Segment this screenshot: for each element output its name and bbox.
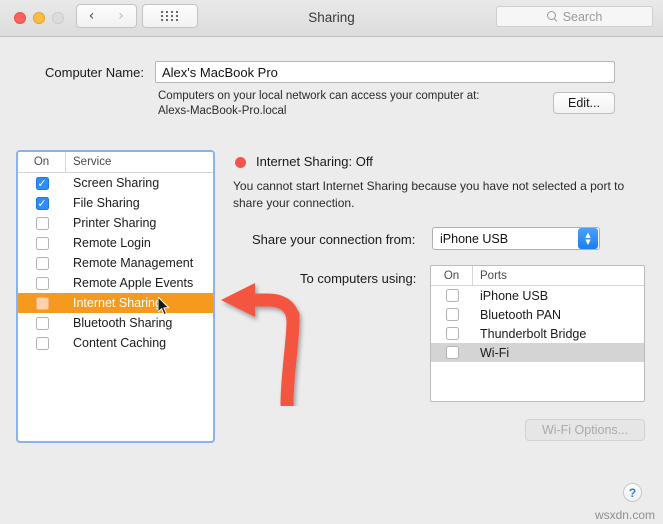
port-row-iphone-usb[interactable]: iPhone USB bbox=[431, 286, 644, 305]
chevron-down-icon: ▼ bbox=[585, 238, 591, 246]
service-row-bluetooth-sharing[interactable]: Bluetooth Sharing bbox=[18, 313, 213, 333]
port-label: iPhone USB bbox=[480, 288, 549, 303]
service-checkbox-cell[interactable] bbox=[18, 276, 66, 290]
help-button[interactable]: ? bbox=[623, 483, 642, 502]
service-checkbox[interactable] bbox=[35, 296, 49, 310]
network-access-text: Computers on your local network can acce… bbox=[158, 90, 480, 102]
to-computers-using-label: To computers using: bbox=[300, 271, 417, 286]
service-label: Remote Management bbox=[73, 256, 194, 270]
port-checkbox[interactable] bbox=[445, 289, 459, 302]
services-rows: Screen Sharing File Sharing Printer Sharin… bbox=[18, 173, 213, 353]
service-row-remote-management[interactable]: Remote Management bbox=[18, 253, 213, 273]
service-label: Content Caching bbox=[73, 336, 167, 350]
service-row-internet-sharing[interactable]: Internet Sharing bbox=[18, 293, 213, 313]
services-column-on: On bbox=[18, 152, 66, 172]
search-icon bbox=[546, 11, 558, 22]
service-checkbox-cell[interactable] bbox=[18, 176, 66, 190]
search-placeholder: Search bbox=[562, 9, 603, 24]
service-label: Screen Sharing bbox=[73, 176, 160, 190]
ports-list-header: On Ports bbox=[431, 266, 644, 286]
service-checkbox[interactable] bbox=[35, 176, 49, 190]
service-checkbox-cell[interactable] bbox=[18, 216, 66, 230]
computer-name-label: Computer Name: bbox=[45, 65, 144, 80]
service-checkbox-cell[interactable] bbox=[18, 336, 66, 350]
ports-list[interactable]: On Ports iPhone USB Bluetooth PAN Thunderb… bbox=[430, 265, 645, 402]
local-hostname: Alexs-MacBook-Pro.local bbox=[158, 105, 287, 117]
status-description: You cannot start Internet Sharing becaus… bbox=[233, 179, 625, 210]
port-checkbox-cell[interactable] bbox=[431, 327, 473, 340]
service-checkbox[interactable] bbox=[35, 316, 49, 330]
edit-button[interactable]: Edit... bbox=[553, 92, 615, 114]
service-checkbox[interactable] bbox=[35, 336, 49, 350]
services-list[interactable]: On Service Screen Sharing File Sharing Pri… bbox=[16, 150, 215, 443]
services-list-header: On Service bbox=[18, 152, 213, 173]
port-checkbox[interactable] bbox=[445, 308, 459, 321]
service-checkbox-cell[interactable] bbox=[18, 296, 66, 310]
port-checkbox[interactable] bbox=[445, 327, 459, 340]
service-checkbox[interactable] bbox=[35, 276, 49, 290]
sharing-preferences-window: ‹ › Sharing Search Computer Name: Alex's… bbox=[0, 0, 663, 524]
status-title: Internet Sharing: Off bbox=[256, 154, 373, 169]
service-checkbox[interactable] bbox=[35, 256, 49, 270]
port-label: Bluetooth PAN bbox=[480, 307, 562, 322]
service-checkbox-cell[interactable] bbox=[18, 236, 66, 250]
service-row-screen-sharing[interactable]: Screen Sharing bbox=[18, 173, 213, 193]
window-titlebar: ‹ › Sharing Search bbox=[0, 0, 663, 37]
computer-name-field[interactable]: Alex's MacBook Pro bbox=[155, 61, 615, 83]
service-label: Remote Apple Events bbox=[73, 276, 194, 290]
port-label: Wi-Fi bbox=[480, 345, 510, 360]
service-label: Remote Login bbox=[73, 236, 151, 250]
port-checkbox-cell[interactable] bbox=[431, 346, 473, 359]
services-column-service: Service bbox=[73, 156, 112, 168]
port-label: Thunderbolt Bridge bbox=[480, 326, 587, 341]
service-row-remote-apple-events[interactable]: Remote Apple Events bbox=[18, 273, 213, 293]
service-row-file-sharing[interactable]: File Sharing bbox=[18, 193, 213, 213]
computer-name-help: Computers on your local network can acce… bbox=[158, 89, 538, 119]
status-indicator-dot bbox=[235, 157, 246, 168]
service-checkbox-cell[interactable] bbox=[18, 196, 66, 210]
service-checkbox[interactable] bbox=[35, 236, 49, 250]
wifi-options-button[interactable]: Wi-Fi Options... bbox=[525, 419, 645, 441]
port-checkbox[interactable] bbox=[445, 346, 459, 359]
service-label: Bluetooth Sharing bbox=[73, 316, 173, 330]
ports-rows: iPhone USB Bluetooth PAN Thunderbolt Bridg… bbox=[431, 286, 644, 362]
share-connection-from-dropdown[interactable]: iPhone USB ▲ ▼ bbox=[432, 227, 600, 250]
service-row-content-caching[interactable]: Content Caching bbox=[18, 333, 213, 353]
port-checkbox-cell[interactable] bbox=[431, 289, 473, 302]
curved-arrow-left-icon bbox=[221, 283, 300, 406]
port-row-wi-fi[interactable]: Wi-Fi bbox=[431, 343, 644, 362]
computer-name-value: Alex's MacBook Pro bbox=[162, 64, 278, 80]
share-connection-from-value: iPhone USB bbox=[440, 231, 509, 246]
stepper-chevrons-icon[interactable]: ▲ ▼ bbox=[578, 228, 598, 249]
service-label: Printer Sharing bbox=[73, 216, 157, 230]
service-label: File Sharing bbox=[73, 196, 140, 210]
service-label: Internet Sharing bbox=[73, 296, 162, 310]
ports-column-ports: Ports bbox=[480, 269, 507, 282]
mouse-cursor-icon bbox=[158, 297, 170, 316]
port-row-bluetooth-pan[interactable]: Bluetooth PAN bbox=[431, 305, 644, 324]
search-input[interactable]: Search bbox=[496, 6, 653, 27]
service-checkbox-cell[interactable] bbox=[18, 316, 66, 330]
service-row-printer-sharing[interactable]: Printer Sharing bbox=[18, 213, 213, 233]
watermark-text: wsxdn.com bbox=[594, 508, 655, 522]
port-checkbox-cell[interactable] bbox=[431, 308, 473, 321]
service-checkbox[interactable] bbox=[35, 216, 49, 230]
service-checkbox[interactable] bbox=[35, 196, 49, 210]
port-row-thunderbolt-bridge[interactable]: Thunderbolt Bridge bbox=[431, 324, 644, 343]
service-row-remote-login[interactable]: Remote Login bbox=[18, 233, 213, 253]
share-connection-from-label: Share your connection from: bbox=[252, 232, 416, 247]
service-checkbox-cell[interactable] bbox=[18, 256, 66, 270]
ports-column-on: On bbox=[431, 266, 473, 285]
